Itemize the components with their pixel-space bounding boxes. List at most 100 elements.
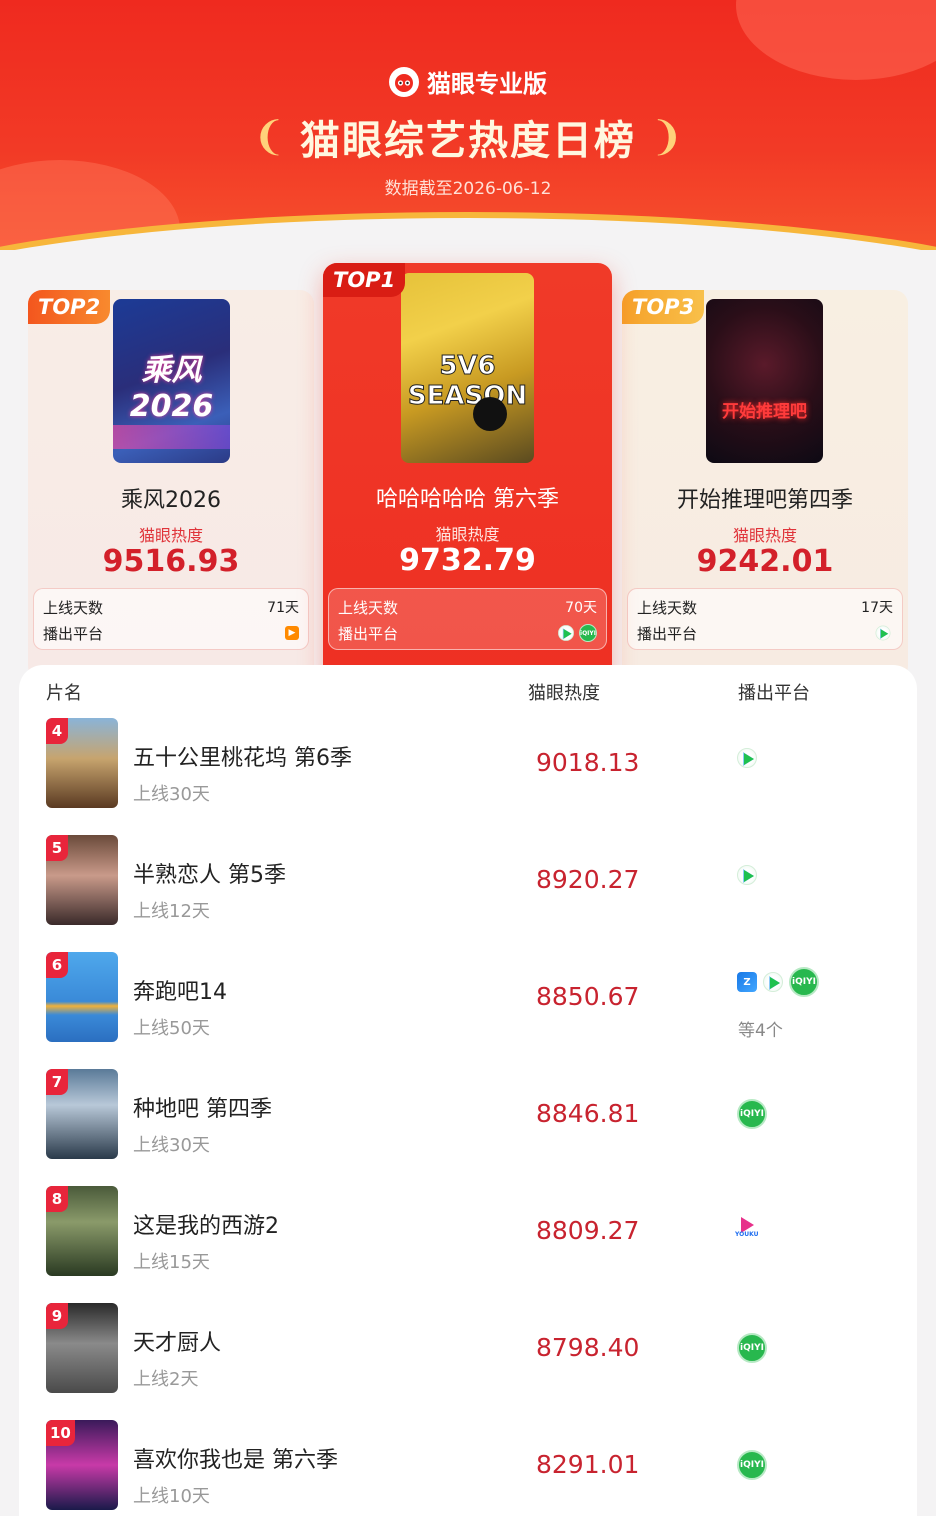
- poster-figure: [473, 397, 507, 431]
- brand: 猫眼专业版: [0, 64, 936, 99]
- rank-number: 7: [46, 1069, 68, 1095]
- days-online: 上线12天: [133, 901, 210, 922]
- days-label: 上线天数: [637, 598, 698, 617]
- days-online: 上线30天: [133, 784, 210, 805]
- info-box: 上线天数 71天 播出平台 ▶: [33, 588, 309, 650]
- days-online: 上线30天: [133, 1135, 210, 1156]
- show-name: 开始推理吧第四季: [676, 488, 853, 513]
- header-banner: 猫眼专业版 ❨ 猫眼综艺热度日榜 ❩ 数据截至2026-06-12: [0, 0, 936, 250]
- days-online: 上线50天: [133, 1018, 210, 1039]
- laurel-left-icon: ❨: [252, 114, 286, 160]
- list-header: 片名 猫眼热度 播出平台: [19, 677, 917, 707]
- show-name: 喜欢你我也是 第六季: [133, 1448, 338, 1473]
- top2-card[interactable]: 乘风 2026 TOP2 乘风2026 猫眼热度 9516.93 上线天数 71天…: [28, 290, 314, 680]
- column-header-platform: 播出平台: [738, 683, 810, 704]
- heat-value: 8809.27: [536, 1216, 640, 1245]
- poster-title: 5V6 SEASON: [407, 351, 528, 412]
- show-name: 乘风2026: [121, 488, 221, 513]
- tencent-video-icon: [875, 625, 891, 641]
- days-value: 71天: [267, 600, 299, 616]
- poster-title: 开始推理吧: [722, 402, 807, 422]
- show-name: 种地吧 第四季: [133, 1097, 272, 1122]
- brand-name: 猫眼专业版: [427, 70, 547, 98]
- heat-label: 猫眼热度: [138, 526, 203, 545]
- heat-value: 9516.93: [102, 544, 240, 579]
- more-platforms[interactable]: 等4个: [738, 1016, 783, 1041]
- table-row[interactable]: 9 天才厨人 上线2天 8798.40 iQIYI: [19, 1303, 917, 1420]
- rank-number: 5: [46, 835, 68, 861]
- show-name: 天才厨人: [133, 1331, 222, 1356]
- zhejiang-tv-icon: Z: [737, 972, 757, 992]
- column-header-name: 片名: [46, 683, 82, 704]
- mango-tv-icon: ▶: [285, 626, 299, 640]
- heat-value: 8798.40: [536, 1333, 640, 1362]
- ranking-list: 片名 猫眼热度 播出平台 4 五十公里桃花坞 第6季 上线30天 9018.13…: [19, 665, 917, 1516]
- poster-image: 乘风 2026: [113, 299, 230, 463]
- page-title: 猫眼综艺热度日榜: [300, 118, 636, 164]
- platform-label: 播出平台: [637, 624, 698, 643]
- top3-card[interactable]: 开始推理吧 TOP3 开始推理吧第四季 猫眼热度 9242.01 上线天数 17天…: [622, 290, 908, 680]
- poster-image: 5V6 SEASON: [401, 273, 534, 463]
- show-thumbnail: 6: [46, 952, 118, 1042]
- rank-badge: TOP3: [622, 290, 705, 324]
- heat-value: 9242.01: [696, 544, 834, 579]
- heat-value: 8291.01: [536, 1450, 640, 1479]
- tencent-video-icon: [558, 625, 574, 641]
- poster-title: 乘风 2026: [129, 353, 214, 424]
- days-label: 上线天数: [43, 598, 104, 617]
- table-row[interactable]: 7 种地吧 第四季 上线30天 8846.81 iQIYI: [19, 1069, 917, 1186]
- info-box: 上线天数 17天 播出平台: [627, 588, 903, 650]
- platform-label: 播出平台: [43, 624, 104, 643]
- youku-icon: [735, 1216, 759, 1238]
- show-thumbnail: 10: [46, 1420, 118, 1510]
- data-date: 数据截至2026-06-12: [384, 179, 552, 199]
- table-row[interactable]: 10 喜欢你我也是 第六季 上线10天 8291.01 iQIYI: [19, 1420, 917, 1516]
- heat-label: 猫眼热度: [732, 526, 797, 545]
- tencent-video-icon: [737, 865, 757, 885]
- show-thumbnail: 5: [46, 835, 118, 925]
- rank-badge: TOP1: [323, 263, 406, 297]
- iqiyi-icon: iQIYI: [737, 1099, 767, 1129]
- rank-number: 9: [46, 1303, 68, 1329]
- rank-number: 6: [46, 952, 68, 978]
- table-row[interactable]: 6 奔跑吧14 上线50天 8850.67 Z iQIYI 等4个: [19, 952, 917, 1069]
- column-header-heat: 猫眼热度: [528, 683, 600, 704]
- days-online: 上线2天: [133, 1369, 199, 1390]
- heat-value: 9018.13: [536, 748, 640, 777]
- rank-number: 4: [46, 718, 68, 744]
- info-box: 上线天数 70天 播出平台 iQIYI: [328, 588, 607, 650]
- heat-value: 9732.79: [399, 543, 536, 578]
- iqiyi-icon: iQIYI: [789, 967, 819, 997]
- show-thumbnail: 7: [46, 1069, 118, 1159]
- show-name: 五十公里桃花坞 第6季: [133, 746, 352, 771]
- iqiyi-icon: iQIYI: [579, 624, 597, 642]
- show-thumbnail: 4: [46, 718, 118, 808]
- show-name: 哈哈哈哈哈 第六季: [376, 487, 559, 512]
- table-row[interactable]: 5 半熟恋人 第5季 上线12天 8920.27: [19, 835, 917, 952]
- poster-decoration: [113, 425, 230, 449]
- tencent-video-icon: [737, 748, 757, 768]
- days-value: 70天: [565, 600, 597, 616]
- top1-card[interactable]: 5V6 SEASON TOP1 哈哈哈哈哈 第六季 猫眼热度 9732.79 上…: [323, 263, 612, 683]
- platform-label: 播出平台: [338, 624, 399, 643]
- show-name: 奔跑吧14: [133, 980, 227, 1005]
- laurel-right-icon: ❩: [650, 114, 684, 160]
- table-row[interactable]: 8 这是我的西游2 上线15天 8809.27: [19, 1186, 917, 1303]
- show-name: 半熟恋人 第5季: [133, 863, 286, 888]
- iqiyi-icon: iQIYI: [737, 1450, 767, 1480]
- heat-label: 猫眼热度: [435, 525, 500, 544]
- maoyan-logo-icon: [389, 66, 419, 97]
- days-online: 上线15天: [133, 1252, 210, 1273]
- rank-number: 10: [46, 1420, 75, 1446]
- heat-value: 8850.67: [536, 982, 640, 1011]
- days-online: 上线10天: [133, 1486, 210, 1507]
- table-row[interactable]: 4 五十公里桃花坞 第6季 上线30天 9018.13: [19, 718, 917, 835]
- heat-value: 8846.81: [536, 1099, 640, 1128]
- iqiyi-icon: iQIYI: [737, 1333, 767, 1363]
- rank-number: 8: [46, 1186, 68, 1212]
- poster-image: 开始推理吧: [706, 299, 823, 463]
- tencent-video-icon: [763, 972, 783, 992]
- days-value: 17天: [861, 600, 893, 616]
- rank-badge: TOP2: [28, 290, 111, 324]
- show-thumbnail: 8: [46, 1186, 118, 1276]
